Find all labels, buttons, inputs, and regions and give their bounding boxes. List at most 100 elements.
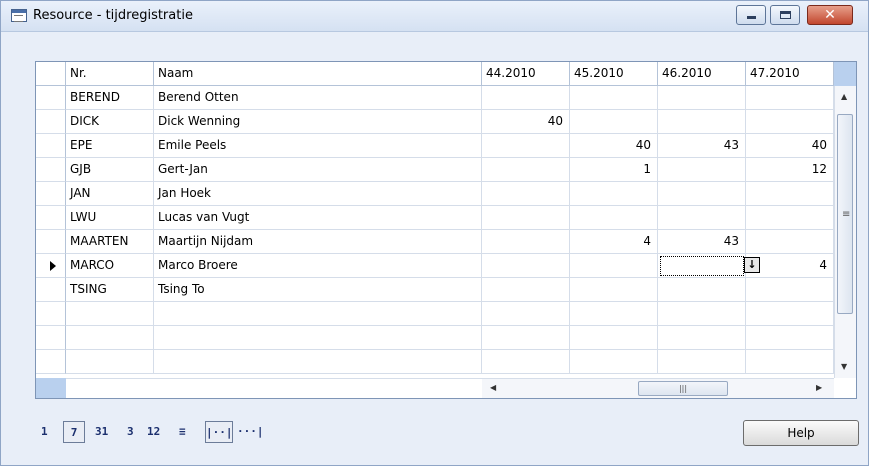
cell-week-46[interactable]: [658, 326, 746, 350]
cell-week-44[interactable]: 40: [482, 110, 570, 134]
cell-nr[interactable]: MAARTEN: [66, 230, 154, 254]
cell-nr[interactable]: TSING: [66, 278, 154, 302]
cell-week-44[interactable]: [482, 158, 570, 182]
cell-week-44[interactable]: [482, 182, 570, 206]
table-row[interactable]: LWU Lucas van Vugt: [36, 206, 836, 230]
cell-naam[interactable]: Jan Hoek: [154, 182, 482, 206]
cell-naam[interactable]: Berend Otten: [154, 86, 482, 110]
horizontal-scroll-thumb[interactable]: |||: [638, 381, 728, 396]
cell-week-46[interactable]: [658, 182, 746, 206]
cell-week-47[interactable]: [746, 350, 834, 374]
table-row[interactable]: TSING Tsing To: [36, 278, 836, 302]
cell-week-47[interactable]: [746, 206, 834, 230]
cell-naam[interactable]: [154, 326, 482, 350]
cell-week-46[interactable]: [658, 206, 746, 230]
scroll-left-icon[interactable]: ◀: [490, 383, 496, 392]
cell-week-44[interactable]: [482, 302, 570, 326]
vertical-scroll-thumb[interactable]: ≡: [837, 114, 853, 314]
table-row[interactable]: [36, 302, 836, 326]
cell-naam[interactable]: Dick Wenning: [154, 110, 482, 134]
row-selector[interactable]: [36, 326, 66, 350]
minimize-button[interactable]: [736, 5, 766, 25]
cell-week-45[interactable]: [570, 326, 658, 350]
row-selector[interactable]: [36, 302, 66, 326]
cell-week-46[interactable]: 43: [658, 134, 746, 158]
cell-week-44[interactable]: [482, 254, 570, 278]
period-day-button[interactable]: 1: [41, 421, 53, 443]
cell-week-45[interactable]: [570, 206, 658, 230]
table-row[interactable]: DICK Dick Wenning 40: [36, 110, 836, 134]
cell-week-45[interactable]: 1: [570, 158, 658, 182]
column-header-nr[interactable]: Nr.: [66, 62, 154, 86]
cell-week-47[interactable]: [746, 326, 834, 350]
cell-week-45[interactable]: [570, 182, 658, 206]
cell-naam[interactable]: Lucas van Vugt: [154, 206, 482, 230]
cell-week-46[interactable]: [658, 254, 746, 278]
cell-nr[interactable]: LWU: [66, 206, 154, 230]
table-row[interactable]: GJB Gert-Jan 1 12: [36, 158, 836, 182]
table-row[interactable]: MARCO Marco Broere 4 ↓: [36, 254, 836, 278]
net-change-button[interactable]: |··|: [205, 421, 233, 443]
cell-week-45[interactable]: 4: [570, 230, 658, 254]
close-button[interactable]: ✕: [807, 5, 853, 25]
cell-nr[interactable]: GJB: [66, 158, 154, 182]
cell-week-44[interactable]: [482, 134, 570, 158]
cell-week-47[interactable]: [746, 86, 834, 110]
cell-week-45[interactable]: [570, 278, 658, 302]
period-accounting-button[interactable]: ≡: [179, 421, 193, 443]
cell-week-44[interactable]: [482, 86, 570, 110]
cell-nr[interactable]: MARCO: [66, 254, 154, 278]
cell-week-47[interactable]: [746, 278, 834, 302]
row-selector[interactable]: [36, 110, 66, 134]
cell-naam[interactable]: Maartijn Nijdam: [154, 230, 482, 254]
cell-week-47[interactable]: [746, 182, 834, 206]
balance-at-date-button[interactable]: ···|: [237, 421, 265, 443]
cell-week-44[interactable]: [482, 206, 570, 230]
cell-week-46[interactable]: [658, 302, 746, 326]
cell-week-45[interactable]: [570, 86, 658, 110]
cell-nr[interactable]: [66, 350, 154, 374]
table-row[interactable]: MAARTEN Maartijn Nijdam 4 43: [36, 230, 836, 254]
scroll-up-icon[interactable]: ▲: [841, 92, 847, 101]
cell-nr[interactable]: [66, 326, 154, 350]
row-selector[interactable]: [36, 230, 66, 254]
scroll-right-icon[interactable]: ▶: [816, 383, 822, 392]
cell-naam[interactable]: [154, 350, 482, 374]
table-row[interactable]: JAN Jan Hoek: [36, 182, 836, 206]
period-quarter-button[interactable]: 3: [127, 421, 139, 443]
cell-naam[interactable]: Emile Peels: [154, 134, 482, 158]
column-header-week[interactable]: 44.2010: [482, 62, 570, 86]
cell-nr[interactable]: DICK: [66, 110, 154, 134]
table-row[interactable]: BEREND Berend Otten: [36, 86, 836, 110]
row-selector[interactable]: [36, 254, 66, 278]
cell-nr[interactable]: EPE: [66, 134, 154, 158]
cell-week-44[interactable]: [482, 350, 570, 374]
cell-nr[interactable]: [66, 302, 154, 326]
cell-nr[interactable]: BEREND: [66, 86, 154, 110]
cell-week-45[interactable]: [570, 254, 658, 278]
maximize-button[interactable]: [770, 5, 800, 25]
cell-week-45[interactable]: 40: [570, 134, 658, 158]
row-selector[interactable]: [36, 158, 66, 182]
table-row[interactable]: [36, 326, 836, 350]
cell-week-46[interactable]: [658, 158, 746, 182]
row-selector[interactable]: [36, 278, 66, 302]
cell-naam[interactable]: [154, 302, 482, 326]
row-selector[interactable]: [36, 86, 66, 110]
table-row[interactable]: [36, 350, 836, 374]
column-header-naam[interactable]: Naam: [154, 62, 482, 86]
cell-week-47[interactable]: [746, 230, 834, 254]
cell-week-45[interactable]: [570, 110, 658, 134]
cell-week-44[interactable]: [482, 326, 570, 350]
row-selector[interactable]: [36, 134, 66, 158]
column-header-week[interactable]: 47.2010: [746, 62, 834, 86]
cell-week-47[interactable]: 12: [746, 158, 834, 182]
cell-week-45[interactable]: [570, 302, 658, 326]
cell-week-44[interactable]: [482, 230, 570, 254]
scroll-down-icon[interactable]: ▼: [841, 362, 847, 371]
cell-week-44[interactable]: [482, 278, 570, 302]
cell-week-46[interactable]: [658, 278, 746, 302]
column-header-week[interactable]: 45.2010: [570, 62, 658, 86]
cell-naam[interactable]: Gert-Jan: [154, 158, 482, 182]
cell-week-46[interactable]: [658, 86, 746, 110]
